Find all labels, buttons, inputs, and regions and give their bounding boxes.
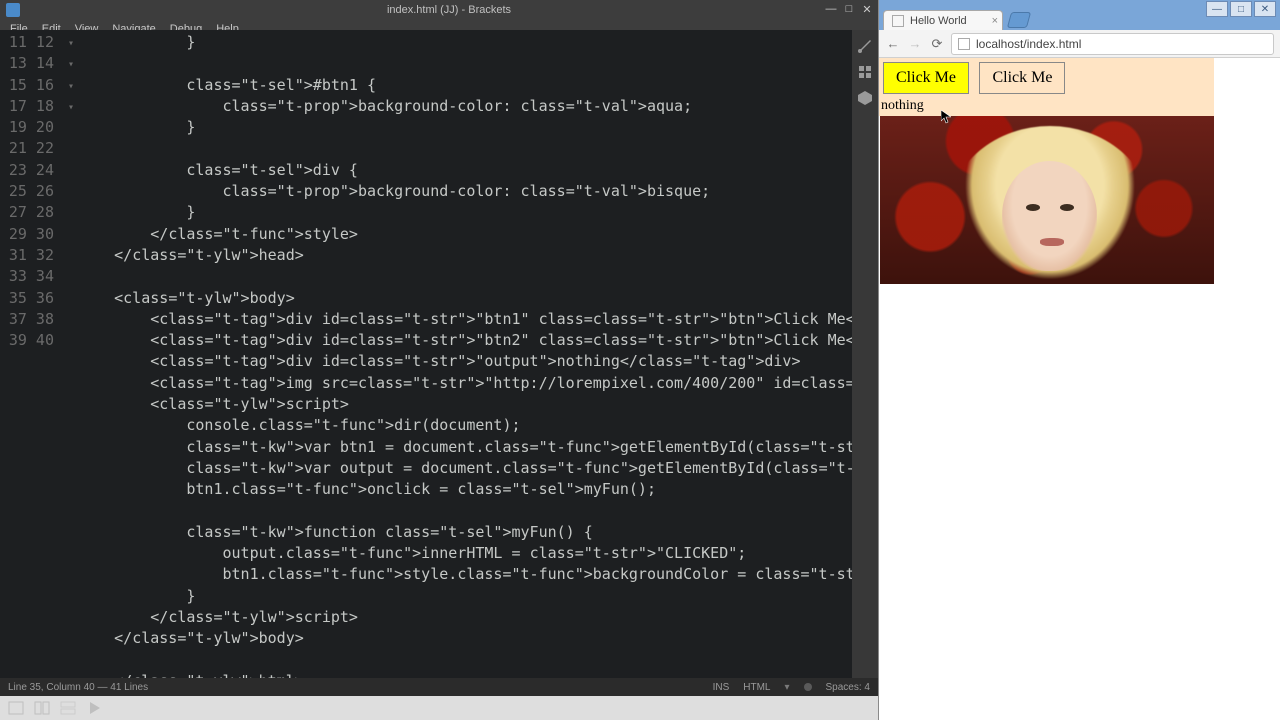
- brackets-right-rail: [852, 30, 878, 678]
- chrome-window: — □ ✕ Hello World × ← → ⟳ localhost/inde…: [878, 0, 1280, 720]
- play-icon[interactable]: [86, 700, 102, 716]
- brackets-titlebar[interactable]: index.html (JJ) - Brackets — □ ✕: [0, 0, 878, 20]
- live-preview-icon[interactable]: [857, 38, 873, 54]
- page-btn1[interactable]: Click Me: [883, 62, 969, 94]
- cursor-position: Line 35, Column 40 — 41 Lines: [8, 682, 148, 693]
- maximize-icon[interactable]: □: [840, 0, 858, 18]
- split-horiz-icon[interactable]: [60, 700, 76, 716]
- new-tab-button[interactable]: [1007, 12, 1031, 28]
- brackets-bottombar: [0, 696, 878, 720]
- chrome-close-icon[interactable]: ✕: [1254, 1, 1276, 17]
- page-btn2[interactable]: Click Me: [979, 62, 1065, 94]
- back-icon[interactable]: ←: [885, 36, 901, 51]
- brackets-title: index.html (JJ) - Brackets: [387, 4, 511, 16]
- minimize-icon[interactable]: —: [822, 0, 840, 18]
- close-icon[interactable]: ✕: [858, 0, 876, 18]
- forward-icon[interactable]: →: [907, 36, 923, 51]
- address-bar[interactable]: localhost/index.html: [951, 33, 1274, 55]
- status-spaces[interactable]: Spaces: 4: [826, 682, 870, 693]
- chrome-tab-active[interactable]: Hello World ×: [883, 10, 1003, 30]
- chrome-minimize-icon[interactable]: —: [1206, 1, 1228, 17]
- brackets-logo-icon: [6, 3, 20, 17]
- code-content[interactable]: } class="t-sel">#btn1 { class="t-prop">b…: [78, 30, 852, 678]
- brackets-statusbar: Line 35, Column 40 — 41 Lines INS HTML ▾…: [0, 678, 878, 696]
- url-text: localhost/index.html: [976, 37, 1081, 51]
- page-image: [880, 116, 1214, 284]
- editor-area[interactable]: 11 12 13 14 15 16 17 18 19 20 21 22 23 2…: [0, 30, 852, 678]
- status-lang[interactable]: HTML: [743, 682, 770, 693]
- status-dot-icon: [804, 683, 812, 691]
- favicon-icon: [892, 15, 904, 27]
- chrome-frame[interactable]: — □ ✕: [879, 0, 1280, 8]
- tab-title: Hello World: [910, 15, 967, 27]
- page-output: nothing: [879, 98, 1214, 116]
- status-ins[interactable]: INS: [713, 682, 730, 693]
- reload-icon[interactable]: ⟳: [929, 36, 945, 52]
- split-none-icon[interactable]: [8, 700, 24, 716]
- extract-icon[interactable]: [857, 90, 873, 106]
- brackets-window: index.html (JJ) - Brackets — □ ✕ File Ed…: [0, 0, 878, 720]
- chrome-toolbar: ← → ⟳ localhost/index.html: [879, 30, 1280, 58]
- extensions-icon[interactable]: [857, 64, 873, 80]
- split-vert-icon[interactable]: [34, 700, 50, 716]
- fold-gutter[interactable]: ▾ ▾ ▾ ▾: [68, 30, 78, 678]
- site-icon: [958, 38, 970, 50]
- tab-close-icon[interactable]: ×: [992, 15, 998, 27]
- line-number-gutter[interactable]: 11 12 13 14 15 16 17 18 19 20 21 22 23 2…: [0, 30, 68, 678]
- chrome-maximize-icon[interactable]: □: [1230, 1, 1252, 17]
- page-viewport: Click Me Click Me nothing: [879, 58, 1280, 720]
